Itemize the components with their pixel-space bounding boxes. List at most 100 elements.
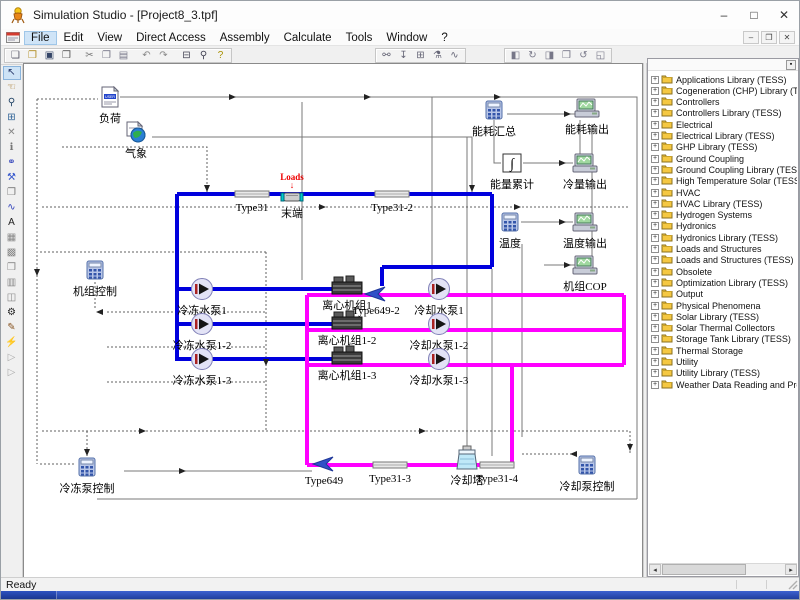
scroll-right-button[interactable]: ▸: [785, 564, 797, 575]
expand-icon[interactable]: +: [651, 256, 659, 264]
component-type31[interactable]: [234, 189, 270, 199]
export-button-icon[interactable]: ◱: [592, 49, 609, 62]
component-type649[interactable]: [311, 454, 337, 474]
component-energy-summary[interactable]: [485, 100, 503, 120]
pull-output-button-icon[interactable]: ↧: [395, 49, 412, 62]
component-type31-3[interactable]: [372, 460, 408, 470]
component-weather[interactable]: [125, 121, 147, 143]
expand-icon[interactable]: +: [651, 166, 659, 174]
snap-tool-icon[interactable]: ▩: [3, 246, 21, 260]
component-chiller-1[interactable]: [330, 274, 364, 296]
cut-button-icon[interactable]: ✂: [81, 49, 98, 62]
probe-button-icon[interactable]: ⚗: [429, 49, 446, 62]
expand-icon[interactable]: +: [651, 98, 659, 106]
component-chw-pump-1-3[interactable]: [190, 347, 214, 371]
copy-button-icon[interactable]: ❐: [98, 49, 115, 62]
help-button-icon[interactable]: ?: [212, 49, 229, 62]
expand-icon[interactable]: +: [651, 302, 659, 310]
menu-assembly[interactable]: Assembly: [213, 31, 277, 45]
menu-window[interactable]: Window: [379, 31, 434, 45]
grid-tool-icon[interactable]: ▦: [3, 231, 21, 245]
expand-icon[interactable]: +: [651, 76, 659, 84]
library-item-utility[interactable]: +Utility: [651, 357, 698, 368]
mdi-close-button[interactable]: ✕: [779, 31, 795, 44]
expand-icon[interactable]: +: [651, 358, 659, 366]
component-energy-accum[interactable]: ∫: [502, 153, 522, 173]
component-type31-4[interactable]: [479, 460, 515, 470]
zoom-tool-icon[interactable]: ⚲: [3, 96, 21, 110]
component-unit-control[interactable]: [86, 260, 104, 280]
resize-grip[interactable]: [786, 578, 798, 590]
mirror-button-icon[interactable]: ◨: [541, 49, 558, 62]
table-button-icon[interactable]: ⊞: [412, 49, 429, 62]
delete-tool-icon[interactable]: ✕: [3, 126, 21, 140]
undo-button-icon[interactable]: ↶: [138, 49, 155, 62]
component-terminal[interactable]: [280, 191, 304, 203]
component-temp-output[interactable]: [572, 211, 598, 233]
expand-icon[interactable]: +: [651, 335, 659, 343]
chart-button-icon[interactable]: ∿: [446, 49, 463, 62]
expand-icon[interactable]: +: [651, 177, 659, 185]
expand-icon[interactable]: +: [651, 132, 659, 140]
panel-close-button[interactable]: ▪: [786, 60, 796, 70]
menu-calculate[interactable]: Calculate: [277, 31, 339, 45]
link-tool-icon[interactable]: ⚭: [3, 156, 21, 170]
stamp-tool-icon[interactable]: ❐: [3, 186, 21, 200]
print-preview-button-icon[interactable]: ⚲: [195, 49, 212, 62]
component-load[interactable]: USER: [100, 86, 120, 108]
scroll-left-button[interactable]: ◂: [649, 564, 661, 575]
menu-file[interactable]: File: [24, 31, 57, 45]
save-all-button-icon[interactable]: ❒: [58, 49, 75, 62]
expand-icon[interactable]: +: [651, 290, 659, 298]
sheet-tool-icon[interactable]: ▥: [3, 276, 21, 290]
expand-icon[interactable]: +: [651, 200, 659, 208]
menu-view[interactable]: View: [90, 31, 129, 45]
component-chiller-1-3[interactable]: [330, 344, 364, 366]
library-item-hvac[interactable]: +HVAC: [651, 187, 700, 198]
component-cooling-output[interactable]: [572, 152, 598, 174]
layers-button-icon[interactable]: ❒: [558, 49, 575, 62]
window-tool-icon[interactable]: ◫: [3, 291, 21, 305]
expand-icon[interactable]: +: [651, 381, 659, 389]
pan-tool-icon[interactable]: ☜: [3, 81, 21, 95]
draw-tool-icon[interactable]: ✎: [3, 321, 21, 335]
output-tool-1-icon[interactable]: ▷: [3, 351, 21, 365]
new-button-icon[interactable]: ❏: [7, 49, 24, 62]
component-cw-pump-1-3[interactable]: [427, 347, 451, 371]
component-cooling-tower[interactable]: [455, 445, 479, 471]
redo-button-icon[interactable]: ↷: [155, 49, 172, 62]
select-tool-icon[interactable]: ↖: [3, 66, 21, 80]
menu--[interactable]: ?: [434, 31, 454, 45]
expand-icon[interactable]: +: [651, 222, 659, 230]
expand-icon[interactable]: +: [651, 234, 659, 242]
diagram-canvas[interactable]: USER负荷气象Type31末端Type31-2冷冻水泵1冷冻水泵1-2冷冻水泵…: [23, 63, 643, 579]
mdi-minimize-button[interactable]: –: [743, 31, 759, 44]
save-button-icon[interactable]: ▣: [41, 49, 58, 62]
component-chw-pump-1[interactable]: [190, 277, 214, 301]
component-unit-cop[interactable]: [572, 254, 598, 276]
menu-direct-access[interactable]: Direct Access: [129, 31, 213, 45]
link-mode-button-icon[interactable]: ⚯: [378, 49, 395, 62]
component-type31-2[interactable]: [374, 189, 410, 199]
settings-tool-icon[interactable]: ⚙: [3, 306, 21, 320]
open-button-icon[interactable]: ❐: [24, 49, 41, 62]
text-tool-icon[interactable]: A: [3, 216, 21, 230]
component-chw-pump-1-2[interactable]: [190, 312, 214, 336]
library-item-weather-data-reading-and-process[interactable]: +Weather Data Reading and Process: [651, 379, 797, 390]
expand-icon[interactable]: +: [651, 121, 659, 129]
output-tool-2-icon[interactable]: ▷: [3, 366, 21, 380]
lock-layout-button-icon[interactable]: ◧: [507, 49, 524, 62]
run-tool-icon[interactable]: ⚡: [3, 336, 21, 350]
component-energy-output[interactable]: [574, 97, 600, 119]
component-type649-2[interactable]: [363, 284, 389, 304]
expand-icon[interactable]: +: [651, 279, 659, 287]
layers-tool-icon[interactable]: ❒: [3, 261, 21, 275]
menu-tools[interactable]: Tools: [339, 31, 380, 45]
wrench-tool-icon[interactable]: ⚒: [3, 171, 21, 185]
rotate-button-icon[interactable]: ↻: [524, 49, 541, 62]
expand-icon[interactable]: +: [651, 87, 659, 95]
direct-access-tool-icon[interactable]: ⊞: [3, 111, 21, 125]
update-button-icon[interactable]: ↺: [575, 49, 592, 62]
expand-icon[interactable]: +: [651, 189, 659, 197]
component-cw-pump-control[interactable]: [578, 455, 596, 475]
